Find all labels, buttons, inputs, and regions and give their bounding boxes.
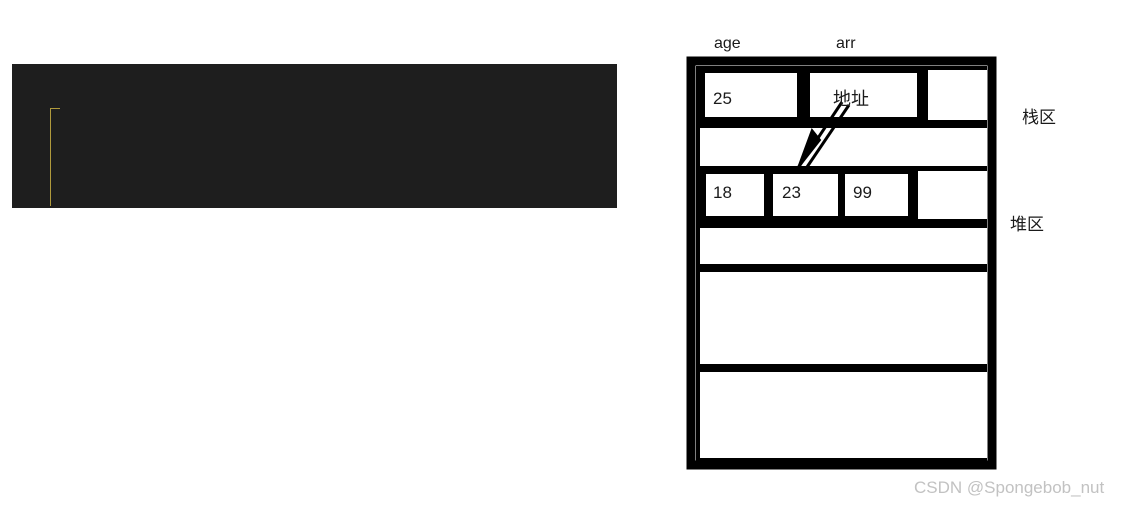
cell-value-arr-address: 地址	[833, 89, 869, 109]
heap-row-band	[696, 170, 987, 224]
pointer-arrow	[796, 101, 851, 171]
code-editor-panel[interactable]: function test() { var age = '25'; // 值类型…	[12, 64, 617, 208]
empty-row-4-band	[696, 368, 987, 463]
diagram-shapes	[686, 56, 997, 470]
arrow-line-left	[796, 101, 844, 169]
label-stack-region: 栈区	[1022, 108, 1056, 127]
watermark: CSDN @Spongebob_nut	[914, 478, 1105, 497]
heap-cell-blank	[918, 171, 987, 219]
empty-row-3-band	[696, 268, 987, 368]
indent-guide	[50, 108, 51, 206]
stack-row-band	[696, 66, 987, 123]
cell-value-heap-1: 23	[782, 183, 801, 202]
heap-empty-row-band	[696, 224, 987, 268]
arrow-head	[797, 127, 822, 169]
label-arr: arr	[836, 35, 856, 52]
heap-empty-row	[700, 228, 987, 264]
stack-cell-blank	[928, 70, 987, 120]
label-age: age	[714, 35, 741, 52]
cell-value-age: 25	[713, 89, 732, 108]
memory-outer-frame	[686, 56, 997, 470]
heap-cell-18	[706, 174, 764, 216]
cell-value-heap-2: 99	[853, 183, 872, 202]
label-heap-region: 堆区	[1010, 215, 1044, 234]
indent-guide-top	[50, 108, 60, 109]
stack-empty-row-band	[696, 123, 987, 170]
cell-value-heap-0: 18	[713, 183, 732, 202]
arrow-line-right	[803, 104, 851, 171]
stack-cell-arr	[810, 73, 917, 117]
heap-cell-23	[773, 174, 838, 216]
heap-cell-99	[845, 174, 908, 216]
stack-cell-age	[705, 73, 797, 117]
stack-empty-row	[700, 128, 987, 166]
empty-row-3	[700, 272, 987, 364]
empty-row-4	[700, 372, 987, 458]
